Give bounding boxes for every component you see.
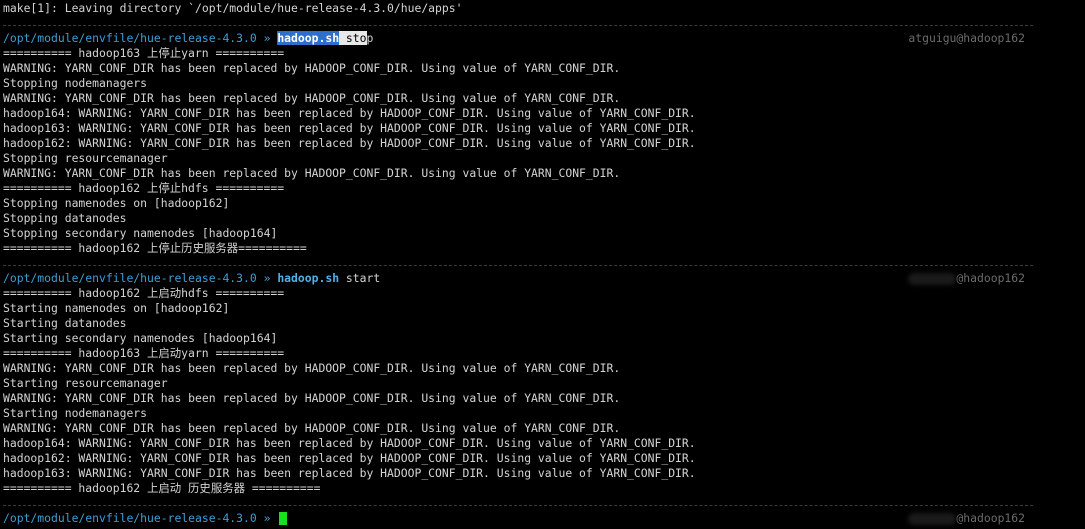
prompt-host: @hadoop162 xyxy=(908,511,1025,526)
output-line: ========== hadoop163 上启动yarn ========== xyxy=(3,346,285,360)
command-name: hadoop.sh xyxy=(277,31,340,45)
prompt-path: /opt/module/envfile/hue-release-4.3.0 xyxy=(3,511,257,525)
output-line: ========== hadoop163 上停止yarn ========== xyxy=(3,46,285,60)
prompt-arrow: » xyxy=(263,511,271,525)
output-line: hadoop163: WARNING: YARN_CONF_DIR has be… xyxy=(3,121,696,135)
command-arg: start xyxy=(339,271,381,285)
output-line: WARNING: YARN_CONF_DIR has been replaced… xyxy=(3,421,621,435)
output-line: WARNING: YARN_CONF_DIR has been replaced… xyxy=(3,361,621,375)
prompt-separator xyxy=(3,25,1033,26)
prompt-host: atguigu@hadoop162 xyxy=(908,31,1025,45)
command-arg-selected: sto xyxy=(339,31,367,45)
prompt-separator xyxy=(3,265,1033,266)
output-line: Starting datanodes xyxy=(3,316,127,330)
output-line: ========== hadoop162 上启动hdfs ========== xyxy=(3,286,285,300)
output-line: Stopping resourcemanager xyxy=(3,151,168,165)
command-arg: p xyxy=(366,31,374,45)
prompt-path: /opt/module/envfile/hue-release-4.3.0 xyxy=(3,271,257,285)
output-line: hadoop164: WARNING: YARN_CONF_DIR has be… xyxy=(3,106,696,120)
prompt-host-label: @hadoop162 xyxy=(956,511,1025,525)
terminal-cursor[interactable] xyxy=(279,512,288,525)
output-line: Stopping secondary namenodes [hadoop164] xyxy=(3,226,278,240)
output-line: Stopping nodemanagers xyxy=(3,76,148,90)
output-line: WARNING: YARN_CONF_DIR has been replaced… xyxy=(3,61,621,75)
terminal-window[interactable]: make[1]: Leaving directory `/opt/module/… xyxy=(0,0,1085,529)
prompt-line[interactable]: /opt/module/envfile/hue-release-4.3.0 » xyxy=(3,511,288,526)
prompt-separator xyxy=(3,505,1033,506)
output-line: hadoop163: WARNING: YARN_CONF_DIR has be… xyxy=(3,466,696,480)
output-line: ========== hadoop162 上停止hdfs ========== xyxy=(3,181,285,195)
output-line: Stopping datanodes xyxy=(3,211,127,225)
output-line: make[1]: Leaving directory `/opt/module/… xyxy=(3,1,463,15)
output-line: ========== hadoop162 上停止历史服务器========== xyxy=(3,241,307,255)
output-line: Starting resourcemanager xyxy=(3,376,168,390)
output-line: hadoop162: WARNING: YARN_CONF_DIR has be… xyxy=(3,451,696,465)
prompt-host-label: @hadoop162 xyxy=(956,271,1025,285)
output-line: Starting secondary namenodes [hadoop164] xyxy=(3,331,278,345)
prompt-host: @hadoop162 xyxy=(908,271,1025,286)
output-line: ========== hadoop162 上启动 历史服务器 =========… xyxy=(3,481,321,495)
output-line: Stopping namenodes on [hadoop162] xyxy=(3,196,230,210)
output-line: hadoop164: WARNING: YARN_CONF_DIR has be… xyxy=(3,436,696,450)
output-line: Starting nodemanagers xyxy=(3,406,148,420)
output-line: WARNING: YARN_CONF_DIR has been replaced… xyxy=(3,391,621,405)
output-line: Starting namenodes on [hadoop162] xyxy=(3,301,230,315)
command-name: hadoop.sh xyxy=(277,271,340,285)
redacted-username xyxy=(908,512,957,525)
prompt-arrow: » xyxy=(263,271,271,285)
redacted-username xyxy=(908,272,957,285)
prompt-path: /opt/module/envfile/hue-release-4.3.0 xyxy=(3,31,257,45)
prompt-line: /opt/module/envfile/hue-release-4.3.0 » … xyxy=(3,31,373,46)
output-line: WARNING: YARN_CONF_DIR has been replaced… xyxy=(3,166,621,180)
output-line: hadoop162: WARNING: YARN_CONF_DIR has be… xyxy=(3,136,696,150)
output-line: WARNING: YARN_CONF_DIR has been replaced… xyxy=(3,91,621,105)
prompt-line: /opt/module/envfile/hue-release-4.3.0 » … xyxy=(3,271,380,286)
prompt-arrow: » xyxy=(263,31,271,45)
